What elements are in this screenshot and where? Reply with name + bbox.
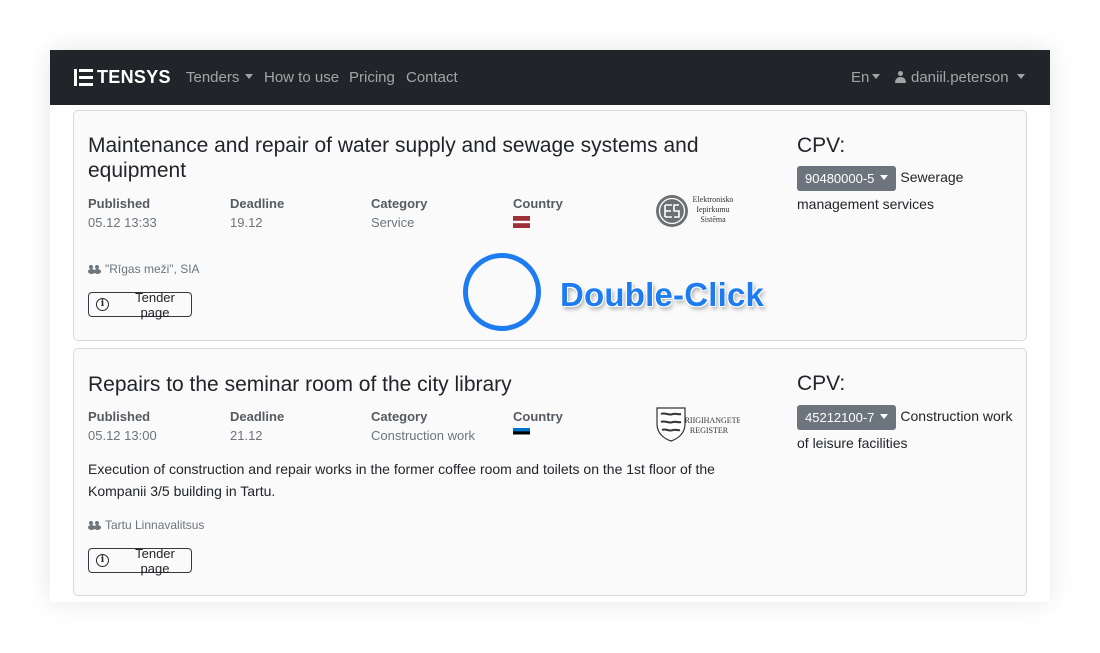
double-click-indicator xyxy=(463,253,541,331)
deadline-label: Deadline xyxy=(230,196,285,211)
people-icon xyxy=(88,264,101,274)
brand-name: TENSYS xyxy=(97,67,171,87)
agency-name: Tartu Linnavalitsus xyxy=(105,518,205,532)
published-value: 05.12 13:00 xyxy=(88,428,157,443)
double-click-label: Double-Click xyxy=(560,276,765,313)
user-icon xyxy=(895,71,906,83)
tender-page-button[interactable]: i Tender page xyxy=(88,545,192,576)
svg-text:RIIGIHANGETE: RIIGIHANGETE xyxy=(685,416,740,425)
tender-title[interactable]: Repairs to the seminar room of the city … xyxy=(88,372,748,397)
chevron-down-icon xyxy=(872,74,881,79)
chevron-down-icon xyxy=(880,174,889,180)
category-value: Construction work xyxy=(371,428,476,443)
chevron-down-icon xyxy=(245,74,254,79)
estonia-flag-icon xyxy=(513,428,530,438)
published-label: Published xyxy=(88,409,151,424)
nav-contact[interactable]: Contact xyxy=(406,69,458,86)
nav-pricing[interactable]: Pricing xyxy=(349,69,395,86)
category-value: Service xyxy=(371,215,415,230)
nav-tenders-dropdown[interactable]: Tenders xyxy=(186,69,254,86)
tender-card: Maintenance and repair of water supply a… xyxy=(73,110,1027,341)
browser-viewport: TENSYS Tenders How to use Pricing Contac… xyxy=(50,50,1050,602)
agency-name: "Rīgas meži", SIA xyxy=(105,262,200,276)
nav-how-to-use[interactable]: How to use xyxy=(264,69,339,86)
nav-tenders-label: Tenders xyxy=(186,69,240,86)
svg-text:Elektronisko: Elektronisko xyxy=(693,195,734,204)
deadline-value: 19.12 xyxy=(230,215,263,230)
published-label: Published xyxy=(88,196,151,211)
tender-page-label: Tender page xyxy=(135,289,175,320)
chevron-down-icon xyxy=(1016,74,1025,79)
deadline-value: 21.12 xyxy=(230,428,263,443)
category-label: Category xyxy=(371,409,428,424)
contracting-agency: Tartu Linnavalitsus xyxy=(88,518,204,532)
cpv-info: 45212100-7 Construction work of leisure f… xyxy=(797,403,1017,456)
info-icon: i xyxy=(96,298,109,311)
cpv-info: 90480000-5 Sewerage management services xyxy=(797,164,1017,217)
category-label: Category xyxy=(371,196,428,211)
tender-page-button[interactable]: i Tender page xyxy=(88,289,192,320)
contracting-agency: "Rīgas meži", SIA xyxy=(88,262,200,276)
language-dropdown[interactable]: En xyxy=(851,69,881,86)
riigihangete-register-logo: RIIGIHANGETE REGISTER xyxy=(656,407,740,442)
tender-description: Execution of construction and repair wor… xyxy=(88,461,715,499)
user-menu-dropdown[interactable]: daniil.peterson xyxy=(895,69,1025,86)
cpv-heading: CPV: xyxy=(797,372,846,395)
published-value: 05.12 13:33 xyxy=(88,215,157,230)
deadline-label: Deadline xyxy=(230,409,285,424)
chevron-down-icon xyxy=(880,413,889,419)
language-label: En xyxy=(851,69,870,86)
cpv-code: 90480000-5 xyxy=(805,170,875,186)
country-label: Country xyxy=(513,196,563,211)
tender-card: Repairs to the seminar room of the city … xyxy=(73,348,1027,596)
username: daniil.peterson xyxy=(911,69,1009,86)
top-navbar: TENSYS Tenders How to use Pricing Contac… xyxy=(50,50,1050,105)
tender-page-label: Tender page xyxy=(135,545,175,576)
people-icon xyxy=(88,520,101,530)
latvia-flag-icon xyxy=(513,216,530,228)
country-label: Country xyxy=(513,409,563,424)
cpv-code-dropdown[interactable]: 90480000-5 xyxy=(797,165,897,191)
info-icon: i xyxy=(96,554,109,567)
tender-title[interactable]: Maintenance and repair of water supply a… xyxy=(88,133,748,183)
cpv-code-dropdown[interactable]: 45212100-7 xyxy=(797,404,897,430)
cpv-heading: CPV: xyxy=(797,134,846,157)
brand-icon xyxy=(74,69,93,86)
brand-logo[interactable]: TENSYS xyxy=(74,67,171,88)
cpv-code: 45212100-7 xyxy=(805,409,875,425)
svg-text:REGISTER: REGISTER xyxy=(690,426,729,435)
svg-text:Sistēma: Sistēma xyxy=(700,215,726,224)
eis-logo: Elektronisko Iepirkumu Sistēma xyxy=(656,195,734,227)
svg-text:Iepirkumu: Iepirkumu xyxy=(696,205,729,214)
